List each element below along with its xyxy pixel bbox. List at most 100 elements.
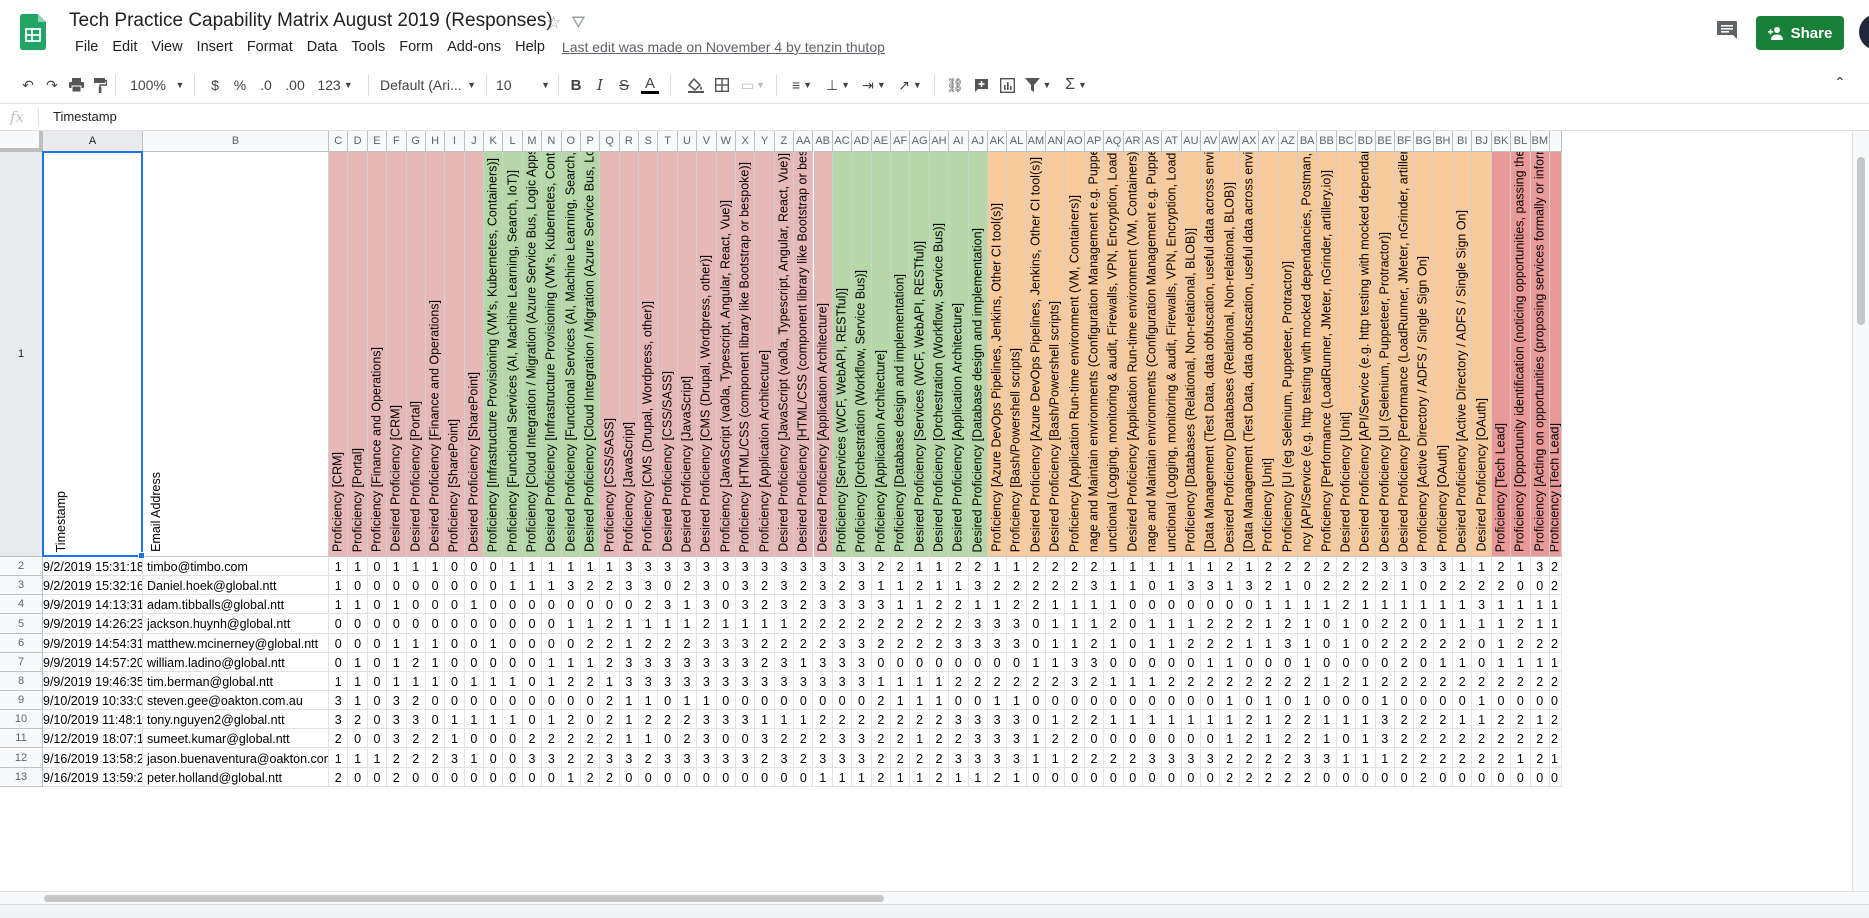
rating-cell[interactable]: 0 bbox=[1123, 614, 1143, 634]
rating-cell[interactable]: 1 bbox=[774, 710, 795, 730]
rating-cell[interactable]: 0 bbox=[735, 729, 756, 749]
rating-cell[interactable]: 1 bbox=[1549, 614, 1562, 634]
rating-cell[interactable]: 1 bbox=[1259, 633, 1279, 653]
rating-cell[interactable]: 1 bbox=[987, 595, 1008, 615]
rating-cell[interactable]: 1 bbox=[1453, 557, 1473, 577]
menu-form[interactable]: Form bbox=[392, 39, 440, 55]
rating-cell[interactable]: 2 bbox=[794, 576, 814, 596]
rating-cell[interactable]: 1 bbox=[910, 671, 930, 692]
rating-cell[interactable]: 0 bbox=[542, 614, 562, 634]
rating-cell[interactable]: 0 bbox=[367, 652, 388, 672]
rating-cell[interactable]: 0 bbox=[987, 652, 1008, 672]
rating-cell[interactable]: 3 bbox=[658, 595, 678, 615]
rating-cell[interactable]: 2 bbox=[891, 633, 911, 653]
header-cell[interactable]: Proficiency [Database design and impleme… bbox=[891, 152, 911, 557]
horizontal-scroll-thumb[interactable] bbox=[44, 895, 884, 902]
rating-cell[interactable]: 1 bbox=[425, 652, 446, 672]
rating-cell[interactable]: 1 bbox=[425, 557, 446, 577]
header-cell[interactable]: Proficiency [CMS (Drupal, Wordpress, oth… bbox=[639, 152, 659, 557]
rating-cell[interactable]: 3 bbox=[658, 557, 678, 577]
rating-cell[interactable]: 1 bbox=[1104, 557, 1124, 577]
rating-cell[interactable]: 3 bbox=[949, 748, 969, 768]
rating-cell[interactable]: 2 bbox=[871, 557, 891, 577]
rating-cell[interactable]: 1 bbox=[329, 576, 349, 596]
column-header-bl[interactable]: BL bbox=[1511, 131, 1531, 152]
rating-cell[interactable]: 2 bbox=[929, 595, 950, 615]
rating-cell[interactable]: 0 bbox=[406, 595, 426, 615]
rating-cell[interactable]: 1 bbox=[1142, 671, 1163, 692]
rating-cell[interactable]: 3 bbox=[387, 691, 407, 711]
rating-cell[interactable]: 1 bbox=[348, 652, 368, 672]
rating-cell[interactable]: 3 bbox=[735, 748, 756, 768]
rating-cell[interactable]: 2 bbox=[600, 691, 620, 711]
rating-cell[interactable]: 2 bbox=[639, 595, 659, 615]
fill-color-icon[interactable] bbox=[686, 73, 706, 97]
rating-cell[interactable]: 3 bbox=[1530, 557, 1550, 577]
rating-cell[interactable]: 1 bbox=[639, 729, 659, 749]
rating-cell[interactable]: 0 bbox=[464, 576, 485, 596]
rating-cell[interactable]: 0 bbox=[1530, 767, 1550, 787]
column-header-m[interactable]: M bbox=[522, 131, 543, 152]
column-header-aa[interactable]: AA bbox=[794, 131, 814, 152]
header-cell[interactable]: Proficiency [Application Architecture] bbox=[755, 152, 775, 557]
rating-cell[interactable]: 1 bbox=[929, 671, 950, 692]
redo-icon[interactable]: ↷ bbox=[42, 73, 62, 97]
rating-cell[interactable]: 1 bbox=[910, 691, 930, 711]
rating-cell[interactable]: 1 bbox=[813, 767, 833, 787]
header-cell[interactable]: Desired Proficiency [API/Service (e.g. h… bbox=[1356, 152, 1376, 557]
rating-cell[interactable]: 2 bbox=[580, 576, 601, 596]
rating-cell[interactable]: 2 bbox=[1549, 576, 1562, 596]
rating-cell[interactable]: 3 bbox=[852, 652, 872, 672]
rating-cell[interactable]: 3 bbox=[697, 633, 717, 653]
timestamp-cell[interactable]: 9/16/2019 13:59:22 bbox=[43, 767, 143, 787]
rating-cell[interactable]: 1 bbox=[1104, 633, 1124, 653]
rating-cell[interactable]: 0 bbox=[367, 729, 388, 749]
rating-cell[interactable]: 0 bbox=[813, 691, 833, 711]
rating-cell[interactable]: 1 bbox=[1201, 557, 1221, 577]
header-cell[interactable]: Proficiency [Application Run-time enviro… bbox=[1065, 152, 1085, 557]
rating-cell[interactable]: 0 bbox=[755, 691, 775, 711]
rating-cell[interactable]: 1 bbox=[949, 767, 969, 787]
rating-cell[interactable]: 1 bbox=[1239, 557, 1260, 577]
rating-cell[interactable]: 2 bbox=[387, 748, 407, 768]
rating-cell[interactable]: 3 bbox=[697, 729, 717, 749]
rating-cell[interactable]: 0 bbox=[871, 652, 891, 672]
rating-cell[interactable]: 3 bbox=[852, 576, 872, 596]
rating-cell[interactable]: 0 bbox=[522, 652, 543, 672]
rating-cell[interactable]: 2 bbox=[968, 671, 988, 692]
rating-cell[interactable]: 0 bbox=[387, 614, 407, 634]
rating-cell[interactable]: 2 bbox=[1065, 710, 1085, 730]
rating-cell[interactable]: 2 bbox=[639, 710, 659, 730]
rating-cell[interactable]: 1 bbox=[1201, 652, 1221, 672]
rating-cell[interactable]: 0 bbox=[1162, 595, 1182, 615]
rating-cell[interactable]: 1 bbox=[464, 671, 485, 692]
rating-cell[interactable]: 1 bbox=[445, 710, 465, 730]
header-cell[interactable]: Proficiency [SharePoint] bbox=[445, 152, 465, 557]
rating-cell[interactable]: 1 bbox=[1530, 652, 1550, 672]
rating-cell[interactable]: 2 bbox=[1472, 576, 1492, 596]
rating-cell[interactable]: 1 bbox=[677, 595, 698, 615]
rating-cell[interactable]: 2 bbox=[1549, 671, 1562, 692]
rating-cell[interactable]: 1 bbox=[348, 595, 368, 615]
rating-cell[interactable]: 0 bbox=[484, 748, 504, 768]
rating-cell[interactable]: 0 bbox=[1511, 576, 1531, 596]
rating-cell[interactable]: 1 bbox=[1065, 633, 1085, 653]
rating-cell[interactable]: 0 bbox=[522, 691, 543, 711]
header-cell[interactable]: [Data Management (Test Data, data obfusc… bbox=[1239, 152, 1260, 557]
rating-cell[interactable]: 0 bbox=[1142, 595, 1163, 615]
email-cell[interactable]: tim.berman@global.ntt bbox=[143, 671, 329, 692]
rating-cell[interactable]: 1 bbox=[387, 652, 407, 672]
column-header-bf[interactable]: BF bbox=[1394, 131, 1415, 152]
rating-cell[interactable]: 1 bbox=[406, 557, 426, 577]
email-cell[interactable]: steven.gee@oakton.com.au bbox=[143, 691, 329, 711]
rating-cell[interactable]: 1 bbox=[1104, 710, 1124, 730]
spreadsheet-grid[interactable]: A B C D E F G H I J K L M N O P Q R S T U V W X Y Z AA AB AC AD AE AF AG… bbox=[0, 131, 1869, 891]
rating-cell[interactable]: 3 bbox=[813, 671, 833, 692]
timestamp-cell[interactable]: 9/2/2019 15:31:18 bbox=[43, 557, 143, 577]
last-edit-link[interactable]: Last edit was made on November 4 by tenz… bbox=[562, 39, 885, 55]
rating-cell[interactable]: 2 bbox=[755, 595, 775, 615]
rating-cell[interactable]: 3 bbox=[735, 557, 756, 577]
rating-cell[interactable]: 1 bbox=[639, 614, 659, 634]
rating-cell[interactable]: 0 bbox=[1414, 576, 1434, 596]
rating-cell[interactable]: 2 bbox=[794, 595, 814, 615]
